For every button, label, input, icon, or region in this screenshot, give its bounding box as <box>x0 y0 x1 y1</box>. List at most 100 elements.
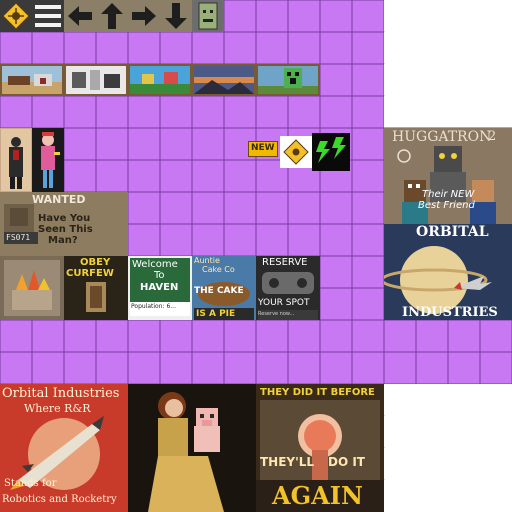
huggatron-caption-2: Best Friend <box>418 200 475 211</box>
empty-cell <box>255 319 289 353</box>
empty-cell <box>383 319 417 353</box>
empty-cell <box>159 351 193 385</box>
empty-cell <box>191 191 225 225</box>
transparent-cell <box>448 64 480 96</box>
empty-cell <box>255 0 289 33</box>
orbital-large-subtitle: Where R&R <box>24 402 91 415</box>
transparent-cell <box>384 448 416 480</box>
empty-cell <box>351 191 385 225</box>
reserve-small: Reserve now... <box>258 311 295 317</box>
empty-cell <box>159 319 193 353</box>
empty-cell <box>287 0 321 33</box>
arrow-right-icon <box>128 0 160 32</box>
transparent-cell <box>384 384 416 416</box>
empty-cell <box>95 319 129 353</box>
empty-cell <box>63 31 97 65</box>
arrow-up-icon <box>96 0 128 32</box>
transparent-cell <box>384 480 416 512</box>
empty-cell <box>255 351 289 385</box>
empty-cell <box>255 31 289 65</box>
transparent-cell <box>416 384 448 416</box>
empty-cell <box>223 95 257 129</box>
empty-cell <box>223 31 257 65</box>
cake-middle: THE CAKE <box>194 286 244 296</box>
transparent-cell <box>416 416 448 448</box>
lightning-icon <box>312 133 350 171</box>
transparent-cell <box>480 96 512 128</box>
orbital-large-title: Orbital Industries <box>2 386 120 401</box>
transparent-cell <box>480 0 512 32</box>
transparent-cell <box>416 64 448 96</box>
empty-cell <box>447 351 481 385</box>
painting-woman-and-pig <box>128 384 256 512</box>
crosshair-icon <box>0 0 32 32</box>
poster-they-did-it-before: THEY DID IT BEFORE THEY'LL DO IT AGAIN <box>256 384 384 512</box>
empty-cell <box>63 127 97 161</box>
empty-cell <box>319 319 353 353</box>
arrow-left-icon <box>64 0 96 32</box>
empty-cell <box>255 223 289 257</box>
again-middle-1: THEY'LL <box>260 455 315 469</box>
poster-obey-curfew: OBEY CURFEW <box>64 256 128 320</box>
empty-cell <box>95 351 129 385</box>
poster-welcome-to-haven: Welcome To HAVEN Population: 6... <box>128 256 192 320</box>
empty-cell <box>287 31 321 65</box>
transparent-cell <box>480 64 512 96</box>
empty-cell <box>319 95 353 129</box>
empty-cell <box>0 319 33 353</box>
empty-cell <box>415 351 449 385</box>
empty-cell <box>319 287 353 321</box>
empty-cell <box>287 191 321 225</box>
empty-cell <box>351 63 385 97</box>
menu-lines-icon <box>32 0 64 32</box>
empty-cell <box>127 31 161 65</box>
obey-line-2: CURFEW <box>66 268 114 279</box>
empty-cell <box>159 191 193 225</box>
empty-cell <box>319 0 353 33</box>
empty-cell <box>351 319 385 353</box>
empty-cell <box>255 191 289 225</box>
orbital-small-top: ORBITAL <box>416 224 489 240</box>
transparent-cell <box>416 96 448 128</box>
transparent-cell <box>448 96 480 128</box>
welcome-line-2: To <box>154 270 165 281</box>
transparent-cell <box>480 480 512 512</box>
empty-cell <box>415 319 449 353</box>
empty-cell <box>351 287 385 321</box>
transparent-cell <box>384 32 416 64</box>
transparent-cell <box>480 448 512 480</box>
new-badge: NEW <box>248 141 278 157</box>
orbital-large-line-2: Robotics and Rocketry <box>2 494 117 505</box>
empty-cell <box>351 95 385 129</box>
crosshair-icon-small <box>280 136 312 168</box>
reserve-bottom: YOUR SPOT <box>258 298 310 308</box>
empty-cell <box>223 159 257 193</box>
empty-cell <box>447 319 481 353</box>
painting-burning-cake <box>0 256 64 320</box>
empty-cell <box>0 351 33 385</box>
empty-cell <box>127 223 161 257</box>
poster-huggatron: HUGGATRON 2 Their NEW Best Friend <box>384 128 512 224</box>
cake-top-1: Auntie <box>194 256 220 265</box>
empty-cell <box>31 351 65 385</box>
empty-cell <box>255 95 289 129</box>
transparent-cell <box>416 0 448 32</box>
empty-cell <box>127 159 161 193</box>
again-bottom: AGAIN <box>272 481 363 510</box>
empty-cell <box>479 351 512 385</box>
wanted-plate: FS071 <box>6 233 31 242</box>
orbital-small-bottom: INDUSTRIES <box>402 305 498 320</box>
transparent-cell <box>448 416 480 448</box>
wanted-line-3: Man? <box>48 235 78 246</box>
empty-cell <box>95 31 129 65</box>
reserve-top: RESERVE <box>262 257 308 268</box>
empty-cell <box>95 127 129 161</box>
poster-wanted: WANTED Have You Seen This Man? FS071 <box>0 192 128 256</box>
wanted-title: WANTED <box>32 193 86 206</box>
empty-cell <box>223 191 257 225</box>
empty-cell <box>351 223 385 257</box>
transparent-cell <box>416 32 448 64</box>
empty-cell <box>63 95 97 129</box>
again-top: THEY DID IT BEFORE <box>260 387 375 398</box>
empty-cell <box>319 31 353 65</box>
